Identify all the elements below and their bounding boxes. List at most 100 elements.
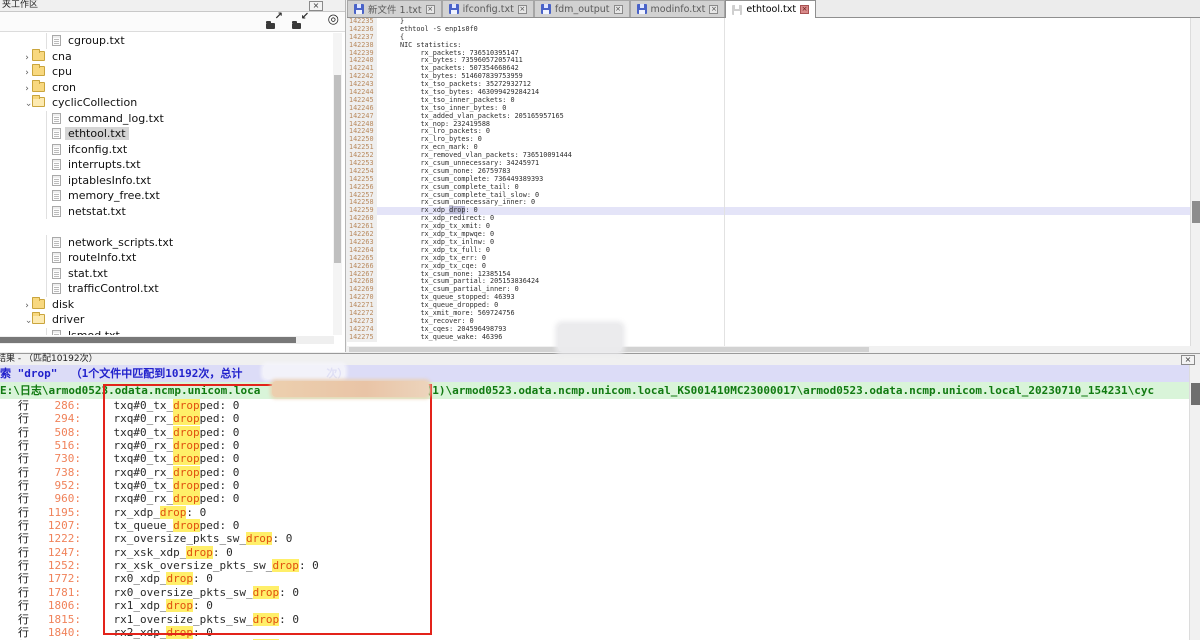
tab-fdm_output[interactable]: fdm_output× xyxy=(534,0,630,17)
tree-item-cna[interactable]: ›cna xyxy=(0,49,334,65)
tab-ethtool.txt[interactable]: ethtool.txt × xyxy=(725,0,816,18)
tree-item-label: disk xyxy=(49,298,77,311)
result-row-line-294[interactable]: 行294: rxq#0_rx_dropped: 0 xyxy=(0,412,1200,425)
tree-item-stat.txt[interactable]: stat.txt xyxy=(0,266,334,282)
editor-line[interactable]: 142236ethtool -S enp1s0f0 xyxy=(347,26,1200,34)
line-content: tx_added_vlan_packets: 205165957165 xyxy=(377,112,564,120)
tab--1.txt[interactable]: 新文件 1.txt× xyxy=(347,0,442,17)
result-line-number: 1247: xyxy=(29,546,81,559)
tree-guide xyxy=(46,328,47,336)
tab-modinfo.txt[interactable]: modinfo.txt× xyxy=(630,0,726,17)
collapse-all-icon[interactable]: ↙ xyxy=(291,14,309,30)
tree-item-memory_free.txt[interactable]: memory_free.txt xyxy=(0,188,334,204)
tree-horizontal-scrollbar[interactable] xyxy=(0,336,334,344)
file-icon xyxy=(52,159,61,170)
gutter-divider xyxy=(724,18,725,346)
result-row-line-1781[interactable]: 行1781: rx0_oversize_pkts_sw_drop: 0 xyxy=(0,586,1200,599)
line-content: tx_cqes: 204596498793 xyxy=(377,325,506,333)
tree-item-netstat.txt[interactable]: netstat.txt xyxy=(0,204,334,220)
match-highlight: drop xyxy=(173,452,200,465)
tab-close-icon[interactable]: × xyxy=(518,5,527,14)
search-file-path-line[interactable]: E:\日志\armod0523.odata.ncmp.unicom.locaar… xyxy=(0,382,1200,399)
folder-icon xyxy=(32,66,45,76)
result-row-line-1815[interactable]: 行1815: rx1_oversize_pkts_sw_drop: 0 xyxy=(0,613,1200,626)
result-text: rxq#0_rx_dropped: 0 xyxy=(87,412,239,425)
result-row-line-960[interactable]: 行960: rxq#0_rx_dropped: 0 xyxy=(0,492,1200,505)
tree-item-driver[interactable]: ›driver xyxy=(0,312,334,328)
match-highlight: drop xyxy=(166,626,193,639)
tree-item-iptablesInfo.txt[interactable]: iptablesInfo.txt xyxy=(0,173,334,189)
tree-gap xyxy=(0,219,334,235)
line-content: rx_csum_complete_tail: 0 xyxy=(377,183,519,191)
result-text: rx2_xdp_drop: 0 xyxy=(87,626,213,639)
line-content: rx_xdp_tx_mpwqe: 0 xyxy=(377,230,494,238)
tab-label: ethtool.txt xyxy=(746,4,796,15)
result-row-line-738[interactable]: 行738: rxq#0_rx_dropped: 0 xyxy=(0,466,1200,479)
line-content: rx_xdp_tx_err: 0 xyxy=(377,254,486,262)
results-title: 结果 - （匹配10192次） xyxy=(0,354,98,364)
row-label: 行 xyxy=(18,572,29,585)
editor[interactable]: 142235}142236ethtool -S enp1s0f0142237{1… xyxy=(347,18,1200,346)
result-row-line-1252[interactable]: 行1252: rx_xsk_oversize_pkts_sw_drop: 0 xyxy=(0,559,1200,572)
tree-item-cpu[interactable]: ›cpu xyxy=(0,64,334,80)
editor-line[interactable]: 142237{ xyxy=(347,34,1200,42)
editor-horizontal-scrollbar[interactable] xyxy=(347,346,1200,353)
tab-ifconfig.txt[interactable]: ifconfig.txt× xyxy=(442,0,534,17)
tree-item-cgroup.txt[interactable]: cgroup.txt xyxy=(0,33,334,49)
tree-guide xyxy=(46,126,47,142)
result-row-line-286[interactable]: 行286: txq#0_tx_dropped: 0 xyxy=(0,399,1200,412)
line-content: rx_bytes: 735960572057411 xyxy=(377,56,523,64)
file-icon xyxy=(52,283,61,294)
result-row-line-1207[interactable]: 行1207: tx_queue_dropped: 0 xyxy=(0,519,1200,532)
tab-close-icon[interactable]: × xyxy=(614,5,623,14)
result-row-line-1222[interactable]: 行1222: rx_oversize_pkts_sw_drop: 0 xyxy=(0,532,1200,545)
line-content: rx_lro_packets: 0 xyxy=(377,127,490,135)
search-summary-line[interactable]: 索 "drop" （1个文件中匹配到10192次，总计次） xyxy=(0,365,1200,382)
line-content: rx_xdp_redirect: 0 xyxy=(377,214,494,222)
editor-line[interactable]: 142272 tx_xmit_more: 569724756 xyxy=(347,310,1200,318)
tab-close-icon[interactable]: × xyxy=(709,5,718,14)
result-row-line-1840[interactable]: 行1840: rx2_xdp_drop: 0 xyxy=(0,626,1200,639)
result-row-line-730[interactable]: 行730: txq#0_tx_dropped: 0 xyxy=(0,452,1200,465)
tree-item-disk[interactable]: ›disk xyxy=(0,297,334,313)
tree-item-command_log.txt[interactable]: command_log.txt xyxy=(0,111,334,127)
result-text: rx_xdp_drop: 0 xyxy=(87,506,206,519)
tree-item-network_scripts.txt[interactable]: network_scripts.txt xyxy=(0,235,334,251)
tree-item-interrupts.txt[interactable]: interrupts.txt xyxy=(0,157,334,173)
tree-vertical-scrollbar[interactable] xyxy=(333,33,342,335)
editor-line[interactable]: 142275 tx_queue_wake: 46396 xyxy=(347,334,1200,342)
result-row-line-516[interactable]: 行516: rxq#0_rx_dropped: 0 xyxy=(0,439,1200,452)
tab-close-icon[interactable]: × xyxy=(800,5,809,14)
workspace-close-icon[interactable]: × xyxy=(309,1,323,11)
tree-guide xyxy=(46,188,47,204)
app-window: 夹工作区 × ↗ ↙ ◎ cgroup.txt›cna›cpu›cron›cyc… xyxy=(0,0,1200,640)
line-content: tx_recover: 0 xyxy=(377,317,474,325)
save-icon xyxy=(637,4,647,14)
tree-item-ifconfig.txt[interactable]: ifconfig.txt xyxy=(0,142,334,158)
match-highlight: drop xyxy=(173,479,200,492)
tree-guide xyxy=(46,33,47,49)
line-content: rx_xdp_tx_cqe: 0 xyxy=(377,262,486,270)
editor-vertical-scrollbar[interactable] xyxy=(1190,18,1200,346)
results-close-icon[interactable]: × xyxy=(1181,355,1195,365)
expand-all-icon[interactable]: ↗ xyxy=(265,14,283,30)
row-label: 行 xyxy=(18,519,29,532)
locate-file-icon[interactable]: ◎ xyxy=(328,12,339,27)
row-label: 行 xyxy=(18,412,29,425)
result-row-line-1195[interactable]: 行1195: rx_xdp_drop: 0 xyxy=(0,506,1200,519)
result-text: txq#0_tx_dropped: 0 xyxy=(87,479,239,492)
result-row-line-508[interactable]: 行508: txq#0_tx_dropped: 0 xyxy=(0,426,1200,439)
tree-item-routeInfo.txt[interactable]: routeInfo.txt xyxy=(0,250,334,266)
tree-item-lsmod.txt[interactable]: lsmod.txt xyxy=(0,328,334,336)
tree-item-ethtool.txt[interactable]: ethtool.txt xyxy=(0,126,334,142)
result-row-line-952[interactable]: 行952: txq#0_tx_dropped: 0 xyxy=(0,479,1200,492)
tab-close-icon[interactable]: × xyxy=(426,5,435,14)
result-row-line-1772[interactable]: 行1772: rx0_xdp_drop: 0 xyxy=(0,572,1200,585)
result-row-line-1247[interactable]: 行1247: rx_xsk_xdp_drop: 0 xyxy=(0,546,1200,559)
tree-item-cron[interactable]: ›cron xyxy=(0,80,334,96)
tree-guide xyxy=(46,173,47,189)
results-vertical-scrollbar[interactable] xyxy=(1189,365,1200,640)
tree-item-trafficControl.txt[interactable]: trafficControl.txt xyxy=(0,281,334,297)
result-row-line-1806[interactable]: 行1806: rx1_xdp_drop: 0 xyxy=(0,599,1200,612)
tree-item-cyclicCollection[interactable]: ›cyclicCollection xyxy=(0,95,334,111)
